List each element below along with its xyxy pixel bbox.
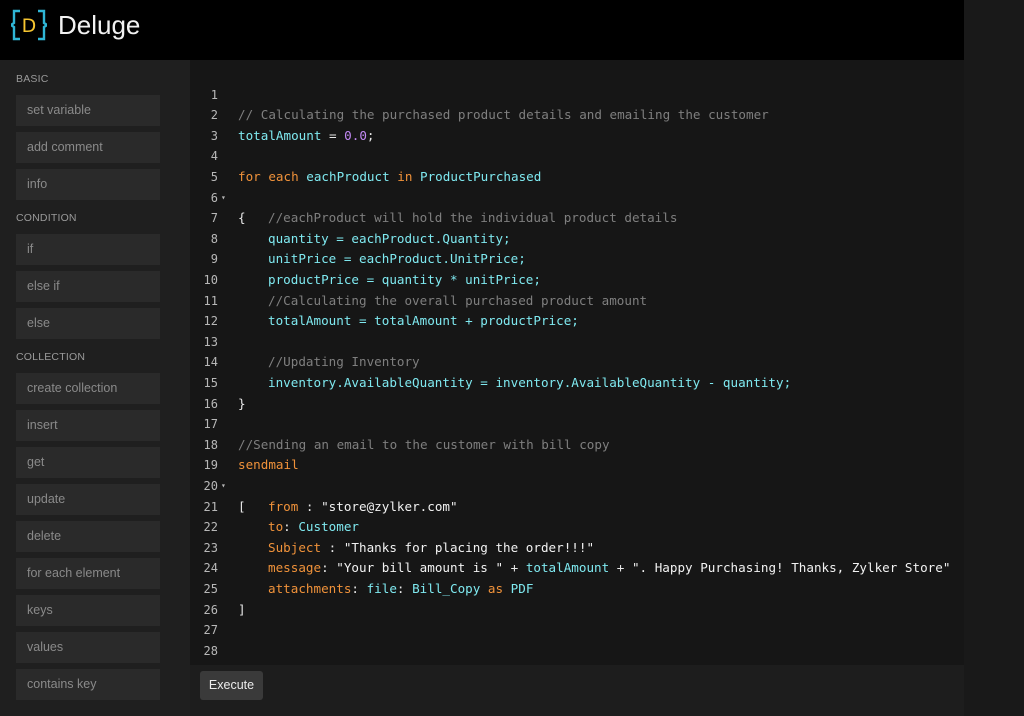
sidebar-item-for-each-element[interactable]: for each element [16, 558, 160, 589]
sidebar-item-else[interactable]: else [16, 308, 160, 339]
code-line: 8 unitPrice = eachProduct.UnitPrice; [190, 208, 964, 267]
code-line: 7 quantity = eachProduct.Quantity; [190, 188, 964, 246]
sidebar-item-keys[interactable]: keys [16, 595, 160, 626]
code-line: 6 //eachProduct will hold the individual… [190, 167, 964, 226]
code-line: 4 for each eachProduct in ProductPurchas… [190, 126, 964, 184]
code-line: 12 [190, 291, 964, 328]
code-line: 28 [190, 620, 964, 658]
app-title: Deluge [58, 10, 141, 40]
code-line: 23 message: "Your bill amount is " + tot… [190, 517, 964, 576]
top-bar [0, 0, 964, 60]
section-label-condition: CONDITION [16, 212, 77, 224]
code-line: 11 totalAmount = totalAmount + productPr… [190, 270, 964, 329]
sidebar-item-insert[interactable]: insert [16, 410, 160, 441]
code-line: 14 inventory.AvailableQuantity = invento… [190, 332, 964, 390]
code-line: 1 // Calculating the purchased product d… [190, 64, 964, 123]
sidebar-item-get[interactable]: get [16, 447, 160, 478]
svg-text:D: D [22, 15, 37, 37]
code-line: 27 [190, 600, 964, 637]
code-line: 16 [190, 373, 964, 411]
sidebar-item-else-if[interactable]: else if [16, 271, 160, 302]
code-line: 20 from : "store@zylker.com" [190, 455, 964, 514]
sidebar-item-set-variable[interactable]: set variable [16, 95, 160, 126]
sidebar-item-if[interactable]: if [16, 234, 160, 265]
code-line: 9 productPrice = quantity * unitPrice; [190, 229, 964, 287]
deluge-logo-icon: D [11, 9, 47, 41]
sidebar-item-add-comment[interactable]: add comment [16, 132, 160, 163]
code-line: 13 //Updating Inventory [190, 311, 964, 370]
code-line: 22 Subject : "Thanks for placing the ord… [190, 497, 964, 555]
code-line: 3 [190, 105, 964, 143]
code-line: 29 [190, 641, 964, 678]
editor-footer [190, 665, 964, 716]
sidebar-item-delete[interactable]: delete [16, 521, 160, 552]
code-line: 18 sendmail [190, 414, 964, 473]
sidebar-item-values[interactable]: values [16, 632, 160, 663]
code-line: 24 attachments: file: Bill_Copy as PDF [190, 538, 964, 596]
code-line: 21 to: Customer [190, 476, 964, 535]
code-line: 2 totalAmount = 0.0; [190, 85, 964, 143]
code-line: 10 //Calculating the overall purchased p… [190, 249, 964, 308]
code-line: 5 ▾ { [190, 146, 964, 225]
code-line: 25 ] [190, 558, 964, 617]
sidebar-item-contains-key[interactable]: contains key [16, 669, 160, 700]
code-line: 26 [190, 579, 964, 617]
sidebar-item-update[interactable]: update [16, 484, 160, 515]
right-empty-strip [964, 0, 1024, 716]
section-label-collection: COLLECTION [16, 351, 86, 363]
code-editor[interactable]: 1 // Calculating the purchased product d… [190, 60, 964, 678]
sidebar-item-info[interactable]: info [16, 169, 160, 200]
code-line: 19 ▾ [ [190, 435, 964, 513]
sidebar: BASIC set variable add comment info COND… [0, 60, 190, 716]
execute-button[interactable]: Execute [200, 671, 263, 700]
code-line: 17 //Sending an email to the customer wi… [190, 394, 964, 452]
sidebar-item-create-collection[interactable]: create collection [16, 373, 160, 404]
section-label-basic: BASIC [16, 73, 49, 85]
code-line: 15 } [190, 352, 964, 411]
